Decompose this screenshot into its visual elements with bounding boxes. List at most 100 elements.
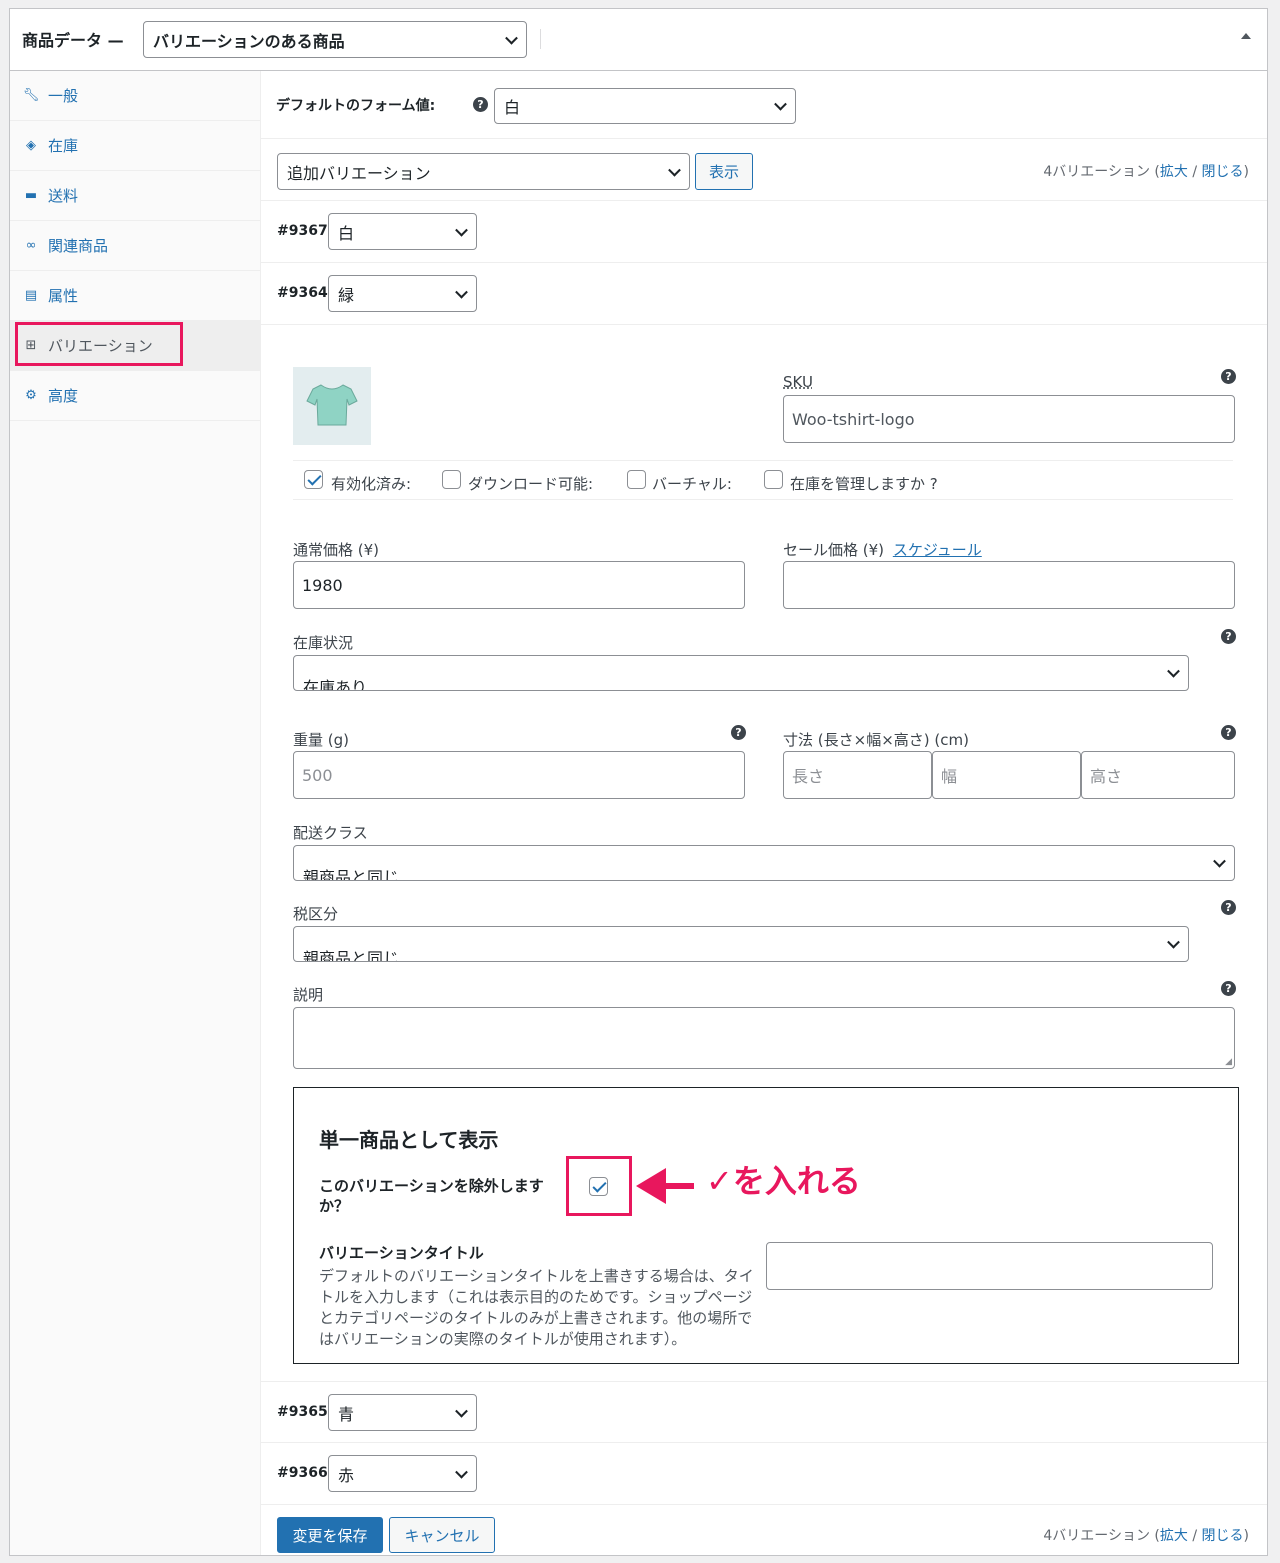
truck-icon: ▬: [24, 188, 38, 203]
shipping-class-select[interactable]: 親商品と同じ: [293, 845, 1235, 881]
variation-image[interactable]: [293, 367, 371, 445]
save-changes-button[interactable]: 変更を保存: [277, 1517, 383, 1553]
help-icon[interactable]: ?: [731, 725, 746, 740]
schedule-link[interactable]: スケジュール: [893, 541, 982, 559]
cancel-button[interactable]: キャンセル: [389, 1517, 495, 1553]
tab-label: 一般: [48, 87, 79, 105]
variation-count: 4バリエーション (拡大 / 閉じる): [1043, 1525, 1249, 1545]
variation-row[interactable]: #9366 赤: [261, 1443, 1267, 1505]
dimensions-label: 寸法 (長さ×幅×高さ) (cm): [783, 731, 969, 749]
manage-stock-checkbox[interactable]: [764, 470, 783, 489]
variation-row[interactable]: #9365 青: [261, 1381, 1267, 1443]
tab-label: 送料: [48, 187, 79, 205]
tab-attributes[interactable]: ▤ 属性: [10, 271, 260, 321]
variation-row[interactable]: #9367 白: [261, 201, 1267, 263]
help-icon[interactable]: ?: [1221, 629, 1236, 644]
single-product-box: 単一商品として表示 このバリエーションを除外します か？ ✓を入れる バリエーシ…: [293, 1087, 1239, 1364]
variation-attribute-value: 白: [338, 223, 355, 243]
tax-class-select[interactable]: 親商品と同じ: [293, 926, 1189, 962]
count-text: 4バリエーション (: [1043, 1528, 1160, 1544]
variation-attribute-select[interactable]: 白: [328, 213, 477, 250]
expand-link[interactable]: 拡大: [1160, 1528, 1188, 1544]
arrow-line: [662, 1183, 694, 1189]
panel-title: 商品データ —: [22, 31, 124, 50]
chevron-down-icon: [668, 163, 681, 177]
regular-price-input[interactable]: 1980: [293, 561, 745, 609]
collapse-arrow-icon[interactable]: [1241, 33, 1251, 39]
tab-label: 属性: [48, 287, 79, 305]
sku-value: Woo-tshirt-logo: [792, 409, 915, 429]
variation-attribute-select[interactable]: 緑: [328, 275, 477, 312]
variation-attribute-value: 赤: [338, 1465, 355, 1485]
tax-class-value: 親商品と同じ: [303, 949, 400, 962]
chevron-down-icon: [455, 1465, 468, 1479]
help-icon[interactable]: ?: [473, 97, 488, 112]
virtual-checkbox[interactable]: [627, 470, 646, 489]
stock-status-label: 在庫状況: [293, 634, 354, 652]
variation-count: 4バリエーション (拡大 / 閉じる): [1043, 161, 1249, 181]
help-icon[interactable]: ?: [1221, 900, 1236, 915]
sku-input[interactable]: Woo-tshirt-logo: [783, 395, 1235, 443]
expand-link[interactable]: 拡大: [1160, 164, 1188, 180]
tab-label: 在庫: [48, 137, 79, 155]
tab-general[interactable]: 🔧︎ 一般: [10, 71, 260, 121]
exclude-label-line1: このバリエーションを除外します: [319, 1177, 544, 1195]
downloadable-checkbox[interactable]: [442, 470, 461, 489]
variation-row[interactable]: #9364 緑: [261, 263, 1267, 325]
variation-attribute-value: 青: [338, 1404, 355, 1424]
chevron-down-icon: [1167, 664, 1180, 678]
divider: [293, 499, 1233, 500]
length-input[interactable]: 長さ: [783, 751, 932, 799]
close-link[interactable]: 閉じる: [1202, 1528, 1244, 1544]
width-input[interactable]: 幅: [932, 751, 1081, 799]
tab-advanced[interactable]: ⚙ 高度: [10, 371, 260, 421]
product-type-value: バリエーションのある商品: [153, 31, 345, 51]
stock-status-select[interactable]: 在庫あり: [293, 655, 1189, 691]
exclude-label-line2: か？: [319, 1197, 350, 1215]
close-link[interactable]: 閉じる: [1202, 164, 1244, 180]
gear-icon: ⚙: [25, 388, 37, 403]
tab-label: 関連商品: [48, 237, 109, 255]
exclude-label: このバリエーションを除外します か？: [319, 1176, 544, 1216]
sku-label: SKU: [783, 373, 813, 391]
variation-attribute-select[interactable]: 赤: [328, 1455, 477, 1492]
sale-price-label-text: セール価格 (¥): [783, 541, 885, 559]
length-placeholder: 長さ: [792, 767, 825, 786]
enabled-label: 有効化済み:: [331, 475, 412, 493]
tab-highlight-box: [15, 322, 183, 366]
sale-price-input[interactable]: [783, 561, 1235, 609]
slash: /: [1187, 1528, 1202, 1544]
show-button[interactable]: 表示: [695, 153, 753, 190]
help-icon[interactable]: ?: [1221, 725, 1236, 740]
count-text: 4バリエーション (: [1043, 164, 1160, 180]
slash: /: [1187, 164, 1202, 180]
help-icon[interactable]: ?: [1221, 369, 1236, 384]
tab-linked-products[interactable]: ∞ 関連商品: [10, 221, 260, 271]
variation-title-description-text: デフォルトのバリエーションタイトルを上書きする場合は、タイトルを入力します（これ…: [319, 1267, 754, 1348]
chevron-down-icon: [1167, 935, 1180, 949]
default-value-select[interactable]: 白: [494, 88, 796, 124]
paren: ): [1243, 1528, 1249, 1544]
chevron-down-icon: [455, 223, 468, 237]
height-input[interactable]: 高さ: [1081, 751, 1235, 799]
resize-handle-icon[interactable]: ◢: [1225, 1057, 1232, 1067]
downloadable-label: ダウンロード可能:: [468, 475, 594, 493]
variation-attribute-value: 緑: [338, 285, 355, 305]
enabled-checkbox[interactable]: [304, 470, 323, 489]
variation-attribute-select[interactable]: 青: [328, 1394, 477, 1431]
footer-toolbar: 変更を保存 キャンセル 4バリエーション (拡大 / 閉じる): [261, 1505, 1267, 1557]
virtual-label: バーチャル:: [652, 475, 732, 493]
help-icon[interactable]: ?: [1221, 981, 1236, 996]
description-textarea[interactable]: ◢: [293, 1007, 1235, 1069]
bulk-action-select[interactable]: 追加バリエーション: [277, 153, 690, 190]
tab-inventory[interactable]: ◈ 在庫: [10, 121, 260, 171]
width-placeholder: 幅: [941, 767, 958, 786]
variations-panel: デフォルトのフォーム値: ? 白 追加バリエーション 表示 4バリエーション (…: [261, 71, 1267, 1555]
tab-variations[interactable]: ⊞ バリエーション: [10, 321, 260, 371]
product-type-select[interactable]: バリエーションのある商品: [143, 21, 527, 58]
single-product-title: 単一商品として表示: [319, 1128, 499, 1152]
weight-input[interactable]: 500: [293, 751, 745, 799]
tab-shipping[interactable]: ▬ 送料: [10, 171, 260, 221]
variation-id: #9365: [277, 1404, 328, 1420]
tax-class-label: 税区分: [293, 905, 339, 923]
